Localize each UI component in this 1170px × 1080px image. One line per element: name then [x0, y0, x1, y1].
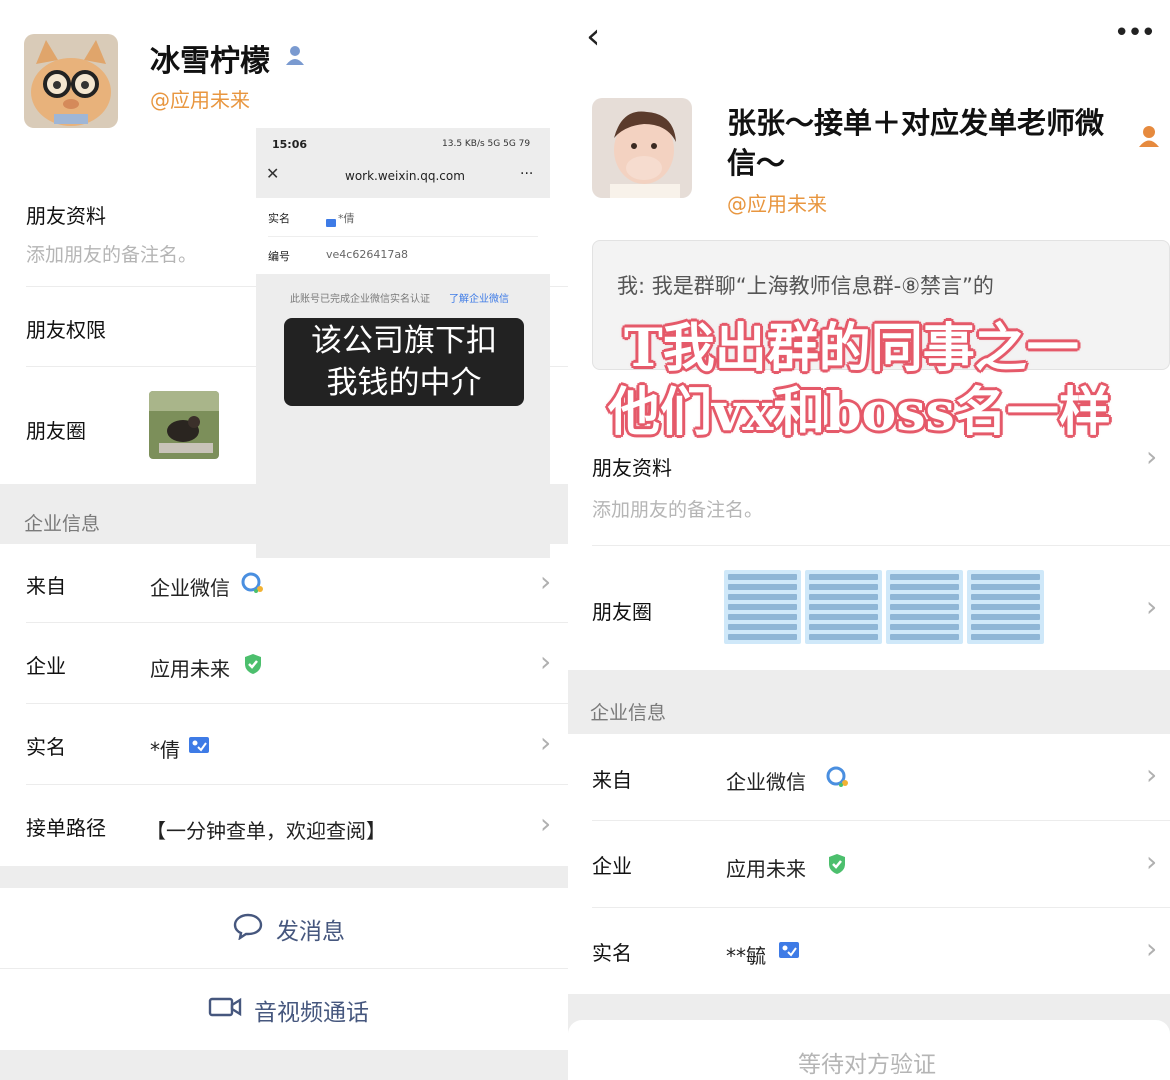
order-path-value: 【一分钟查单，欢迎查阅】	[146, 819, 386, 843]
send-message-button[interactable]: 发消息	[232, 912, 345, 946]
enterprise-section-title: 企业信息	[590, 702, 667, 724]
embedded-id-label: 编号	[268, 250, 290, 263]
chat-bubble-icon	[232, 912, 264, 946]
divider	[0, 968, 568, 969]
video-camera-icon	[208, 995, 242, 1025]
status-icons: 13.5 KB/s 5G 5G 79	[442, 139, 531, 149]
enterprise-section-title: 企业信息	[24, 513, 101, 535]
divider	[26, 703, 568, 704]
chevron-right-icon[interactable]: ›	[540, 565, 551, 598]
divider	[26, 784, 568, 785]
more-dots-icon[interactable]: •••	[1114, 18, 1156, 48]
shield-check-icon	[827, 853, 847, 879]
company-label: 企业	[26, 654, 66, 678]
remark-hint[interactable]: 添加朋友的备注名。	[592, 495, 763, 522]
chevron-right-icon[interactable]: ›	[1146, 758, 1157, 791]
caption-line2: 我钱的中介	[326, 365, 482, 401]
company-value: 应用未来	[726, 857, 806, 881]
wecom-icon	[826, 766, 850, 792]
caption-annotation: 该公司旗下扣 我钱的中介	[284, 318, 524, 406]
person-icon	[284, 44, 306, 70]
realname-label: 实名	[592, 941, 632, 965]
friend-info-label: 朋友资料	[26, 204, 106, 228]
status-time: 15:06	[272, 138, 308, 151]
chevron-right-icon[interactable]: ›	[1146, 440, 1157, 473]
chevron-right-icon[interactable]: ›	[1146, 932, 1157, 965]
profile-name: 冰雪柠檬	[150, 44, 270, 79]
id-card-icon	[779, 942, 799, 962]
profile-avatar[interactable]	[24, 34, 118, 128]
embedded-info-card: 实名 *倩 编号 ve4c626417a8	[256, 198, 550, 274]
chevron-right-icon[interactable]: ›	[540, 645, 551, 678]
left-profile-panel: 冰雪柠檬 @应用未来 朋友资料 添加朋友的备注名。 朋友权限 朋友圈 企业信息 …	[0, 0, 568, 1080]
source-label: 来自	[26, 574, 66, 598]
section-gap	[0, 866, 568, 888]
profile-avatar[interactable]	[592, 98, 692, 198]
embedded-realname-label: 实名	[268, 212, 290, 225]
friend-permissions-label[interactable]: 朋友权限	[26, 314, 106, 343]
moments-thumbnail[interactable]	[967, 570, 1044, 644]
friend-info-label: 朋友资料	[592, 456, 672, 480]
chevron-right-icon[interactable]: ›	[540, 807, 551, 840]
close-icon[interactable]: ✕	[266, 164, 279, 183]
order-path-label: 接单路径	[26, 816, 106, 840]
company-value: 应用未来	[150, 657, 230, 681]
moments-thumbnail[interactable]	[724, 570, 801, 644]
waiting-verification-label: 等待对方验证	[798, 1052, 936, 1078]
moments-thumbnail[interactable]	[149, 391, 219, 459]
chevron-right-icon[interactable]: ›	[1146, 845, 1157, 878]
profile-handle: @应用未来	[150, 88, 250, 112]
bottom-gap	[0, 1050, 568, 1080]
remark-hint[interactable]: 添加朋友的备注名。	[26, 240, 197, 267]
profile-name-line2: 信～	[727, 146, 786, 180]
id-card-icon	[326, 212, 336, 231]
divider	[592, 820, 1170, 821]
send-message-label: 发消息	[276, 919, 345, 945]
moments-label[interactable]: 朋友圈	[592, 596, 652, 625]
embedded-realname-value: *倩	[338, 212, 355, 225]
divider	[268, 236, 538, 237]
chevron-left-icon[interactable]: ‹	[586, 16, 600, 57]
moments-thumbnail[interactable]	[886, 570, 963, 644]
source-value: 企业微信	[150, 576, 230, 600]
chevron-right-icon[interactable]: ›	[1146, 590, 1157, 623]
source-value: 企业微信	[726, 770, 806, 794]
wecom-icon	[241, 572, 265, 598]
divider	[26, 622, 568, 623]
person-icon	[1138, 124, 1160, 152]
divider	[592, 545, 1170, 546]
embedded-cert-text: 此账号已完成企业微信实名认证	[290, 294, 430, 305]
shield-check-icon	[243, 653, 263, 679]
embedded-screenshot: 15:06 13.5 KB/s 5G 5G 79 ✕ work.weixin.q…	[256, 128, 550, 558]
right-profile-panel: ‹ ••• 张张～接单＋对应发单老师微 信～ @应用未来 我: 我是群聊“上海教…	[568, 0, 1170, 1080]
moments-thumbnail[interactable]	[805, 570, 882, 644]
source-label: 来自	[592, 768, 632, 792]
av-call-label: 音视频通话	[254, 1000, 369, 1026]
profile-handle: @应用未来	[727, 192, 827, 216]
realname-value: *倩	[150, 738, 180, 762]
av-call-button[interactable]: 音视频通话	[208, 993, 369, 1027]
id-card-icon	[189, 737, 209, 757]
chevron-right-icon[interactable]: ›	[540, 726, 551, 759]
company-label: 企业	[592, 854, 632, 878]
profile-name-line1: 张张～接单＋对应发单老师微	[727, 106, 1105, 140]
moments-label[interactable]: 朋友圈	[26, 415, 86, 444]
realname-label: 实名	[26, 735, 66, 759]
meme-caption-line2: 他们vx和boss名一样	[608, 382, 1111, 443]
embedded-url: work.weixin.qq.com	[345, 169, 465, 183]
caption-line1: 该公司旗下扣	[311, 323, 497, 359]
realname-value: **毓	[726, 944, 766, 968]
divider	[592, 907, 1170, 908]
embedded-id-value: ve4c626417a8	[326, 248, 409, 261]
embedded-cert-link[interactable]: 了解企业微信	[449, 290, 509, 305]
more-dots-icon[interactable]: ···	[520, 166, 533, 182]
verification-message: 我: 我是群聊“上海教师信息群-⑧禁言”的	[617, 274, 994, 298]
